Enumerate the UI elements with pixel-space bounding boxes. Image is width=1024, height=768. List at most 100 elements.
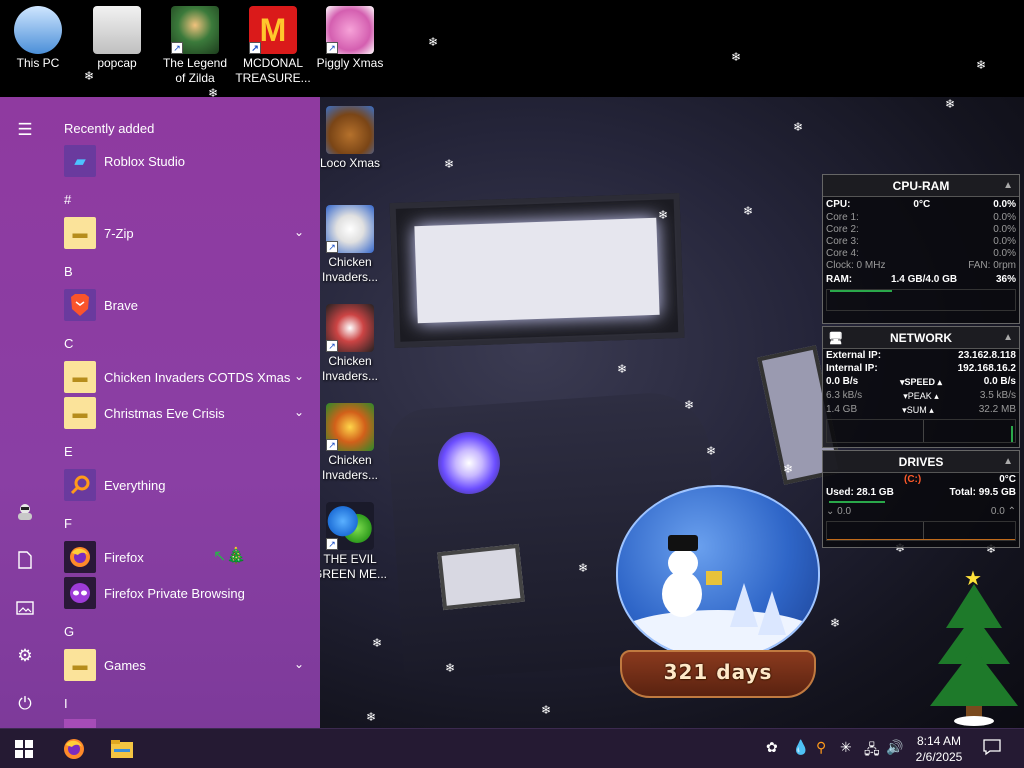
taskbar-app-firefox[interactable] <box>54 733 94 765</box>
app-item-brave[interactable]: Brave <box>60 287 310 323</box>
section-header-g[interactable]: G <box>64 624 74 639</box>
section-header-hash[interactable]: # <box>64 192 71 207</box>
core-row: Core 2: 0.0% <box>826 224 1016 235</box>
section-header-f[interactable]: F <box>64 516 72 531</box>
start-button[interactable] <box>0 729 48 768</box>
drives-title[interactable]: DRIVES ▲ <box>823 451 1019 473</box>
private-mask-icon <box>64 577 96 609</box>
ram-usage-bar <box>830 290 892 292</box>
snowflake-icon[interactable]: ✳ <box>840 739 852 756</box>
desktop-icon-legend-of-zilda[interactable]: ↗ The Legend of Zilda <box>157 6 233 86</box>
file-explorer-icon <box>111 740 133 758</box>
volume-icon[interactable]: 🔊 <box>886 739 903 756</box>
collapse-caret-icon[interactable]: ▲ <box>1003 327 1013 349</box>
core-row: Core 1: 0.0% <box>826 212 1016 223</box>
bear-santa-icon <box>326 106 374 154</box>
search-magnifier-icon[interactable]: ⚲ <box>816 739 826 756</box>
settings-gear-icon[interactable]: ⚙ <box>10 641 40 671</box>
shortcut-arrow-icon: ↗ <box>326 340 338 352</box>
app-item-everything[interactable]: Everything <box>60 467 310 503</box>
network-icon[interactable]: 🖧 <box>864 739 880 763</box>
chevron-down-icon[interactable]: ⌄ <box>294 657 304 671</box>
chevron-down-icon[interactable]: ⌄ <box>294 405 304 419</box>
pictures-icon[interactable] <box>10 593 40 623</box>
wallpaper-box <box>437 543 525 611</box>
section-header-c[interactable]: C <box>64 336 73 351</box>
desktop-icon-label: Piggly Xmas <box>316 56 384 70</box>
desktop-icon-this-pc[interactable]: This PC <box>0 6 76 71</box>
drive-activity-graph <box>826 521 1016 541</box>
app-name: Chicken Invaders COTDS Xmas <box>104 369 291 385</box>
desktop-icon-chicken-invaders-1[interactable]: ↗ Chicken Invaders... <box>312 205 388 285</box>
colorful-app-icon[interactable]: ✿ <box>766 739 778 756</box>
desktop-icon-label: Loco Xmas <box>319 156 381 170</box>
network-monitor-icon: 🖥 <box>828 331 844 345</box>
desktop-icon-mcdonal-treasure[interactable]: M ↗ MCDONAL TREASURE... <box>235 6 311 86</box>
taskbar-clock[interactable]: 8:14 AM 2/6/2025 <box>904 733 974 765</box>
shortcut-arrow-icon: ↗ <box>326 42 338 54</box>
section-header-i[interactable]: I <box>64 696 68 711</box>
app-item-christmas-eve-crisis[interactable]: ▬ Christmas Eve Crisis ⌄ <box>60 395 310 431</box>
app-item-firefox[interactable]: Firefox <box>60 539 310 575</box>
collapse-caret-icon[interactable]: ▲ <box>1003 175 1013 197</box>
desktop-icon-loco-xmas[interactable]: Loco Xmas <box>312 106 388 171</box>
mcdonalds-logo-icon: M ↗ <box>249 6 297 54</box>
app-name: Roblox Studio <box>104 153 185 169</box>
wallpaper-glow-orb <box>438 432 500 494</box>
drive-usage-bar <box>829 501 885 503</box>
desktop-icon-label: Chicken Invaders... <box>321 453 379 482</box>
peak-row: 6.3 kB/s ▾PEAK ▴ 3.5 kB/s <box>826 390 1016 401</box>
hamburger-menu-icon[interactable]: ☰ <box>10 115 40 145</box>
magnifier-icon <box>64 469 96 501</box>
user-avatar-icon[interactable] <box>10 497 40 527</box>
desktop-icon-label: THE EVIL GREEN ME... <box>312 552 387 581</box>
snow-globe-countdown-widget[interactable]: 321 days <box>610 485 826 701</box>
drop-icon[interactable]: 💧 <box>792 739 809 756</box>
power-icon[interactable]: ⏻ <box>10 689 40 719</box>
app-name: Games <box>104 657 146 673</box>
section-header-b[interactable]: B <box>64 264 73 279</box>
cpu-ram-title[interactable]: CPU-RAM ▲ <box>823 175 1019 197</box>
internal-ip-row: Internal IP: 192.168.16.2 <box>826 363 1016 374</box>
chevron-down-icon[interactable]: ⌄ <box>294 225 304 239</box>
chevron-down-icon[interactable]: ⌄ <box>294 369 304 383</box>
app-item-7zip[interactable]: ▬ 7-Zip ⌄ <box>60 215 310 251</box>
drive-usage-row: Used: 28.1 GB Total: 99.5 GB <box>826 487 1016 498</box>
read-arrow-icon: ⌄ <box>826 506 835 517</box>
desktop-icon-chicken-invaders-3[interactable]: ↗ Chicken Invaders... <box>312 403 388 483</box>
desktop-icon-label: Chicken Invaders... <box>321 255 379 284</box>
drives-widget: DRIVES ▲ (C:) 0°C Used: 28.1 GB Total: 99.5… <box>822 450 1020 548</box>
christmas-tree-decoration: ★ <box>926 566 1022 728</box>
folder-icon: ▬ <box>64 217 96 249</box>
document-icon[interactable] <box>10 545 40 575</box>
chicken-icon: ↗ <box>326 403 374 451</box>
messenger-icon: ↗ <box>326 502 374 550</box>
shortcut-arrow-icon: ↗ <box>326 241 338 253</box>
desktop-icon-popcap[interactable]: popcap <box>79 6 155 71</box>
desktop-icon-evil-green-me[interactable]: ↗ THE EVIL GREEN ME... <box>312 502 388 582</box>
clock-date: 2/6/2025 <box>915 750 963 764</box>
network-title[interactable]: 🖥 NETWORK ▲ <box>823 327 1019 349</box>
desktop-icon-label: popcap <box>97 56 137 70</box>
windows-logo-icon <box>15 740 33 758</box>
app-item-chicken-invaders-cotds-xmas[interactable]: ▬ Chicken Invaders COTDS Xmas ⌄ <box>60 359 310 395</box>
taskbar-app-file-explorer[interactable] <box>102 733 142 765</box>
start-menu: ☰ ⚙ ⏻ Recently added ▰ Roblox Studio # ▬… <box>0 97 320 728</box>
notification-center-icon[interactable] <box>983 738 1001 759</box>
cpu-row: CPU: 0°C 0.0% <box>826 199 1016 210</box>
desktop-icon-label: This PC <box>16 56 60 70</box>
app-item-games[interactable]: ▬ Games ⌄ <box>60 647 310 683</box>
app-name: Brave <box>104 297 138 313</box>
desktop-icon-piggly-xmas[interactable]: ↗ Piggly Xmas <box>312 6 388 71</box>
gift-icon <box>706 571 722 585</box>
app-item-roblox-studio[interactable]: ▰ Roblox Studio <box>60 143 310 179</box>
snowman-icon <box>662 571 702 617</box>
shortcut-arrow-icon: ↗ <box>171 42 183 54</box>
section-header-e[interactable]: E <box>64 444 73 459</box>
external-ip-row: External IP: 23.162.8.118 <box>826 350 1016 361</box>
ram-usage-graph <box>826 289 1016 311</box>
desktop-icon-chicken-invaders-2[interactable]: ↗ Chicken Invaders... <box>312 304 388 384</box>
roblox-studio-icon: ▰ <box>64 145 96 177</box>
app-item-firefox-private-browsing[interactable]: Firefox Private Browsing <box>60 575 310 611</box>
collapse-caret-icon[interactable]: ▲ <box>1003 451 1013 473</box>
